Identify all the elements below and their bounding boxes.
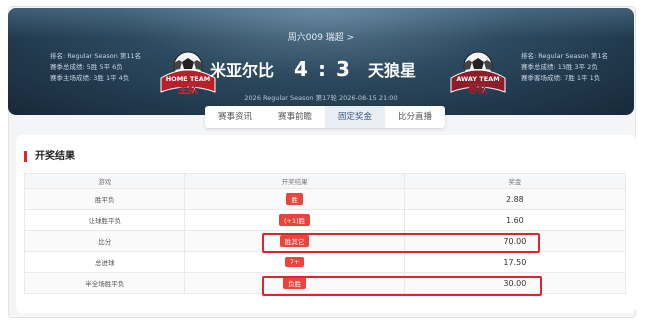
- tab-preview[interactable]: 赛事前瞻: [265, 106, 325, 128]
- section-title: 开奖结果: [24, 151, 75, 162]
- prize-cell: 2.88: [403, 189, 625, 209]
- tab-fixed-prize[interactable]: 固定奖金: [325, 106, 386, 128]
- home-score: 4: [294, 57, 308, 81]
- result-badge: 胜: [286, 193, 303, 205]
- tab-live-score[interactable]: 比分直播: [385, 106, 445, 128]
- match-meta: 2026 Regular Season 第17轮 2026-08-15 21:0…: [244, 94, 398, 102]
- column-header-prize: 奖金: [403, 174, 625, 188]
- away-score: 3: [336, 57, 350, 81]
- away-badge-text: AWAY TEAM: [456, 75, 499, 83]
- away-season-record: 赛季总成绩: 13胜 3平 2负: [520, 63, 598, 71]
- home-team-name[interactable]: 米亚尔比: [188, 57, 274, 81]
- result-badge: (+1)胜: [279, 214, 311, 226]
- score-separator: :: [318, 57, 326, 81]
- game-cell: 胜平负: [94, 196, 115, 204]
- column-header-game: 游戏: [98, 178, 112, 186]
- prize-cell: 1.60: [403, 210, 625, 230]
- result-badge: 7+: [284, 257, 305, 267]
- result-cell: 7+: [184, 252, 403, 272]
- away-away-record: 赛季客场成绩: 7胜 1平 1负: [520, 74, 601, 82]
- game-cell: 比分: [98, 238, 112, 246]
- prize-cell: 17.50: [403, 252, 625, 272]
- table-header: 游戏 开奖结果 奖金: [25, 174, 625, 188]
- highlight-box-halftime-row: [262, 276, 542, 296]
- away-rank: 排名: Regular Season 第1名: [520, 52, 608, 60]
- round-link[interactable]: 周六009 瑞超 >: [8, 30, 634, 43]
- column-header-result: 开奖结果: [184, 174, 403, 188]
- table-row: 让球胜平负 (+1)胜 1.60: [25, 209, 625, 230]
- tab-news[interactable]: 赛事资讯: [205, 106, 265, 128]
- match-header: 周六009 瑞超 > 排名: Regular Season 第11名 赛季总成绩…: [8, 8, 634, 115]
- game-cell: 让球胜平负: [88, 217, 121, 225]
- result-cell: 胜: [184, 189, 403, 209]
- table-row: 胜平负 胜 2.88: [25, 188, 625, 209]
- away-team-name[interactable]: 天狼星: [368, 57, 454, 81]
- away-team-stats: 排名: Regular Season 第1名 赛季总成绩: 13胜 3平 2负 …: [521, 51, 608, 84]
- game-cell: 总进球: [94, 259, 115, 267]
- highlight-box-score-row: [262, 233, 540, 253]
- game-cell: 半全场胜平负: [85, 280, 125, 288]
- table-row: 总进球 7+ 17.50: [25, 251, 625, 272]
- match-tabs: 赛事资讯 赛事前瞻 固定奖金 比分直播: [205, 106, 446, 128]
- result-cell: (+1)胜: [184, 210, 403, 230]
